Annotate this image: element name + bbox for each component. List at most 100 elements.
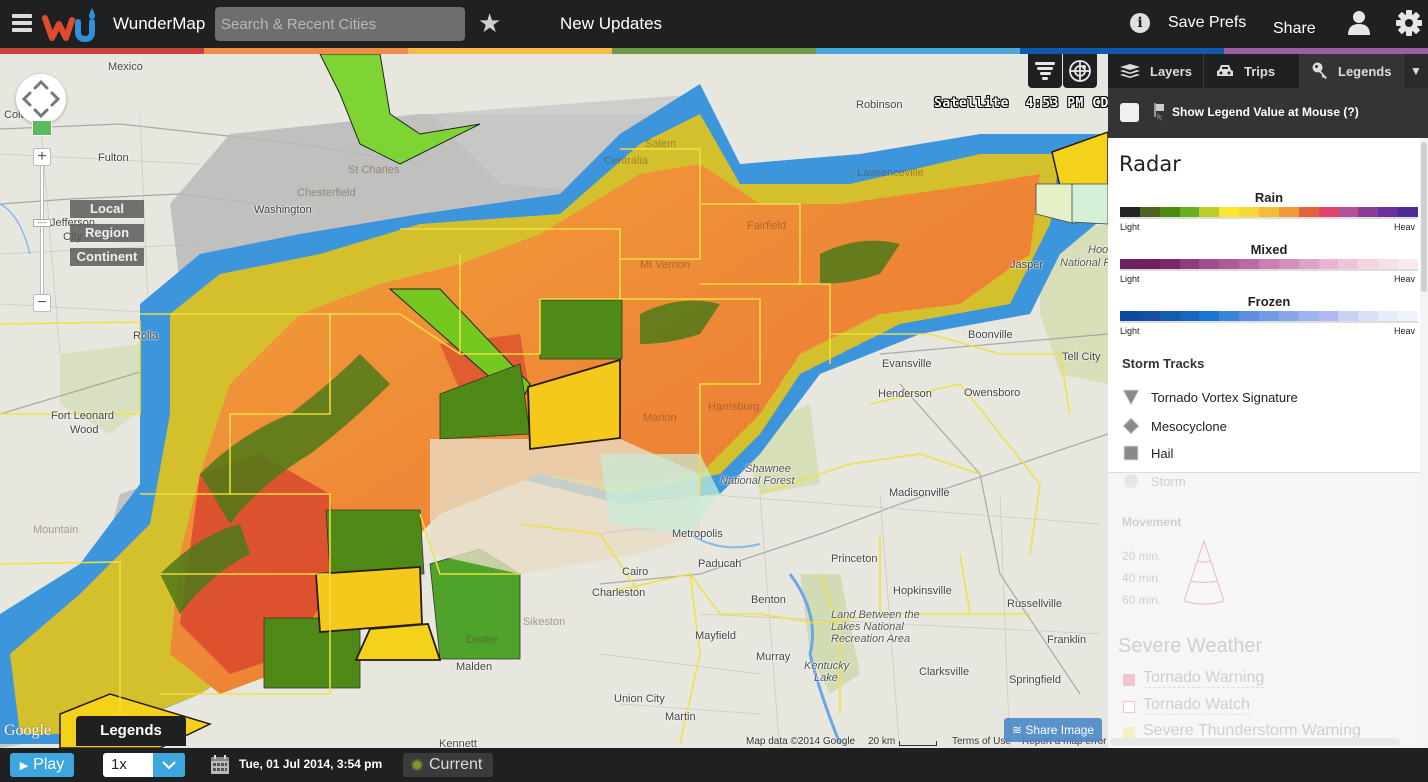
tab-legends[interactable]: Legends	[1300, 54, 1404, 88]
tab-legends-label: Legends	[1338, 63, 1392, 79]
city-label: Wood	[70, 424, 99, 436]
play-icon: ▶	[19, 759, 29, 772]
scale-swatch	[1338, 207, 1359, 217]
speed-select[interactable]: 1x	[103, 753, 185, 777]
cursor-flag-icon	[1154, 103, 1164, 121]
frozen-scale	[1120, 311, 1418, 323]
scale-swatch	[1338, 311, 1359, 321]
severe-item-label[interactable]: Tornado Watch	[1143, 696, 1251, 715]
storm-track-storm: Storm	[1122, 472, 1186, 490]
city-label: Union City	[614, 693, 665, 705]
current-datetime[interactable]: Tue, 01 Jul 2014, 3:54 pm	[239, 757, 382, 771]
terms-of-use-link[interactable]: Terms of Use	[952, 736, 1011, 747]
map-base	[0, 54, 1108, 748]
scale-swatch	[1139, 311, 1160, 321]
city-label: Malden	[456, 661, 493, 673]
tornado-icon	[1035, 62, 1055, 80]
city-label: Clarksville	[919, 666, 970, 678]
scale-swatch	[1378, 311, 1399, 321]
radar-button[interactable]	[1063, 54, 1097, 88]
map-canvas[interactable]: MexicoColumbiaFultonJeffersonCityWashing…	[0, 54, 1108, 748]
play-button[interactable]: ▶ Play	[10, 753, 74, 777]
zoom-out-button[interactable]: −	[33, 294, 51, 312]
wu-logo[interactable]	[42, 6, 102, 42]
search-input[interactable]	[215, 7, 465, 41]
city-label: Mayfield	[695, 630, 736, 642]
faded-legend-region: Storm Movement 20 min. 40 min. 60 min. S…	[1108, 472, 1420, 748]
mixed-heavy-label: Heav	[1394, 274, 1416, 284]
scale-swatch	[1398, 311, 1418, 321]
gear-icon[interactable]	[1396, 10, 1422, 36]
mixed-light-label: Light	[1120, 274, 1140, 284]
scale-swatch	[1358, 207, 1379, 217]
city-label: Owensboro	[964, 387, 1021, 399]
rain-scale	[1120, 207, 1418, 219]
storm-track-label: Storm	[1151, 473, 1186, 489]
legend-scrollbar[interactable]	[1420, 138, 1428, 748]
save-prefs-button[interactable]: Save Prefs	[1168, 14, 1246, 32]
tab-dropdown-button[interactable]: ▼	[1404, 54, 1428, 88]
show-legend-value-label[interactable]: Show Legend Value at Mouse (?)	[1172, 105, 1359, 119]
chevron-down-icon[interactable]	[153, 753, 185, 777]
zoom-in-button[interactable]: +	[33, 148, 51, 166]
city-label: Paducah	[698, 558, 742, 570]
pan-control[interactable]	[16, 74, 66, 124]
legend-content: Radar Rain Light Heav Mixed Light Heav F…	[1108, 138, 1420, 748]
city-label: Evansville	[882, 358, 932, 370]
park-label: Lake	[814, 672, 838, 684]
movement-title: Movement	[1122, 515, 1182, 529]
zoom-level-continent[interactable]: Continent	[70, 248, 144, 266]
calendar-icon[interactable]	[211, 755, 229, 774]
star-icon[interactable]: ★	[478, 8, 501, 39]
city-label: Kennett	[439, 738, 477, 748]
user-icon[interactable]	[1347, 10, 1371, 36]
city-label: Henderson	[878, 388, 932, 400]
panel-tabs: Layers Trips Legends ▼	[1108, 54, 1428, 88]
rain-scale-title: Rain	[1254, 190, 1284, 205]
scale-swatch	[1298, 259, 1319, 269]
info-icon[interactable]: i	[1130, 13, 1150, 33]
triangle-down-icon	[1122, 389, 1140, 406]
severe-item-label[interactable]: Severe Thunderstorm Warning	[1143, 722, 1361, 738]
side-panel: Layers Trips Legends ▼ Show Legend Value…	[1108, 54, 1428, 748]
tab-layers[interactable]: Layers	[1108, 54, 1204, 88]
radar-icon	[1069, 60, 1091, 82]
scale-swatch	[1120, 311, 1140, 321]
car-icon	[1217, 65, 1233, 76]
scrollbar-thumb[interactable]	[1421, 142, 1427, 292]
city-label: Benton	[751, 594, 786, 606]
tab-trips[interactable]: Trips	[1204, 54, 1300, 88]
new-updates-link[interactable]: New Updates	[560, 14, 662, 34]
scale-swatch	[1358, 311, 1379, 321]
legends-toggle-tab[interactable]: Legends	[76, 716, 186, 746]
scale-swatch	[1278, 207, 1299, 217]
mixed-scale	[1120, 259, 1418, 271]
menu-icon[interactable]	[12, 14, 32, 32]
scale-swatch	[1139, 207, 1160, 217]
city-label: Russellville	[1007, 598, 1063, 610]
show-legend-value-checkbox[interactable]	[1120, 103, 1139, 122]
tornado-button[interactable]	[1028, 54, 1062, 88]
zoom-level-region[interactable]: Region	[70, 224, 144, 242]
rain-light-label: Light	[1120, 222, 1140, 232]
severe-item-label[interactable]: Tornado Warning	[1143, 669, 1265, 688]
zoom-slider-thumb[interactable]: —	[33, 218, 51, 227]
current-button[interactable]: Current	[403, 753, 493, 777]
current-label: Current	[429, 756, 483, 773]
scale-swatch	[1120, 207, 1140, 217]
scale-swatch	[1159, 259, 1180, 269]
share-image-button[interactable]: ≋ Share Image	[1004, 718, 1102, 742]
city-label: Harrisburg	[708, 401, 760, 413]
diamond-icon	[1122, 417, 1140, 435]
share-button[interactable]: Share	[1273, 20, 1316, 38]
scale-swatch	[1219, 311, 1240, 321]
city-label: Mountain	[33, 524, 79, 536]
zoom-level-local[interactable]: Local	[70, 200, 144, 218]
scale-swatch	[1259, 259, 1279, 269]
street-view-pegman[interactable]	[32, 120, 52, 136]
scale-swatch	[1239, 207, 1260, 217]
city-label: Fulton	[98, 152, 129, 164]
movement-time: 40 min.	[1122, 571, 1162, 585]
park-label: Land Between the	[831, 609, 920, 621]
horizontal-scrollbar[interactable]	[1110, 738, 1400, 746]
